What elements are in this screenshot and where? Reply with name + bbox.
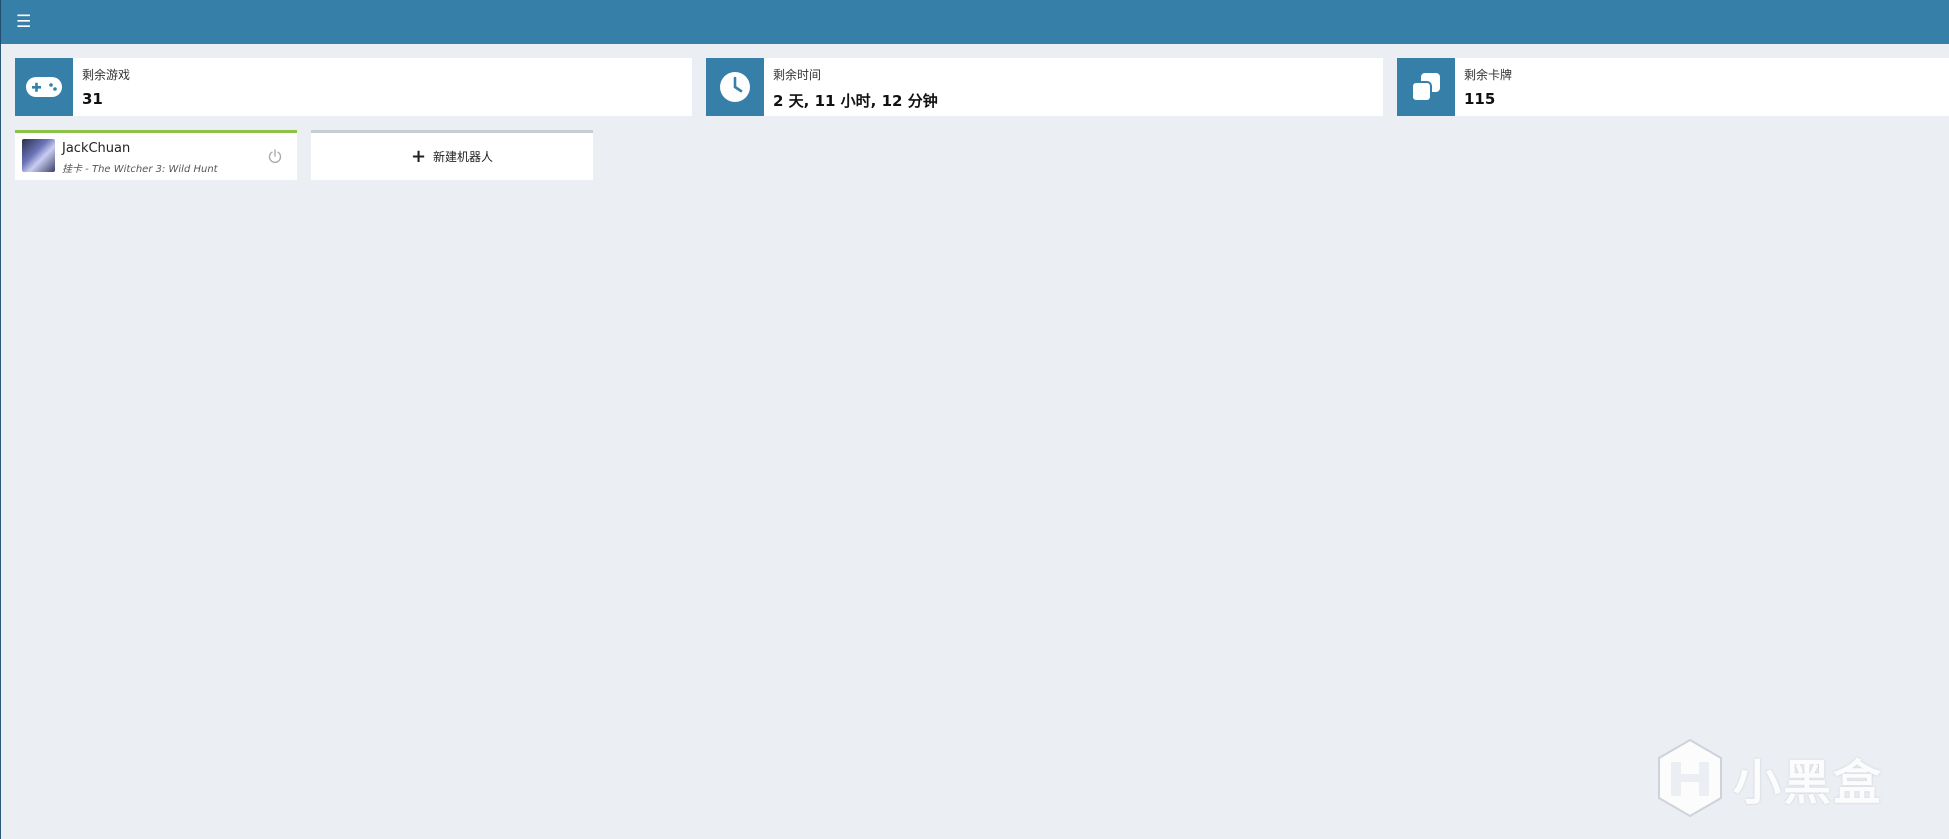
clock-icon [706,58,764,116]
top-navbar: ☰ [0,0,1949,44]
stat-label: 剩余时间 [773,68,822,82]
stat-value: 2 天, 11 小时, 12 分钟 [773,92,938,110]
power-icon[interactable] [267,148,283,164]
plus-icon: + [410,145,427,167]
stat-box-cards: 剩余卡牌 115 [1397,58,1949,116]
stat-value: 31 [82,90,103,108]
new-bot-label: 新建机器人 [433,150,494,164]
stat-label: 剩余卡牌 [1464,68,1513,82]
bot-name: JackChuan [62,141,131,156]
left-edge [0,44,1,839]
watermark: 小黑盒 [1655,738,1883,818]
watermark-text: 小黑盒 [1733,755,1884,811]
cards-icon [1397,58,1455,116]
bot-status: 挂卡 - The Witcher 3: Wild Hunt [62,164,218,175]
new-bot-button[interactable]: + 新建机器人 [311,130,593,180]
stat-label: 剩余游戏 [82,68,131,82]
bot-card[interactable]: JackChuan 挂卡 - The Witcher 3: Wild Hunt [15,130,297,180]
avatar [22,139,55,172]
stat-value: 115 [1464,90,1496,108]
stat-box-games: 剩余游戏 31 [15,58,692,116]
stat-box-time: 剩余时间 2 天, 11 小时, 12 分钟 [706,58,1383,116]
hamburger-icon[interactable]: ☰ [16,12,32,32]
watermark-logo-icon [1658,738,1722,818]
gamepad-icon [15,58,73,116]
